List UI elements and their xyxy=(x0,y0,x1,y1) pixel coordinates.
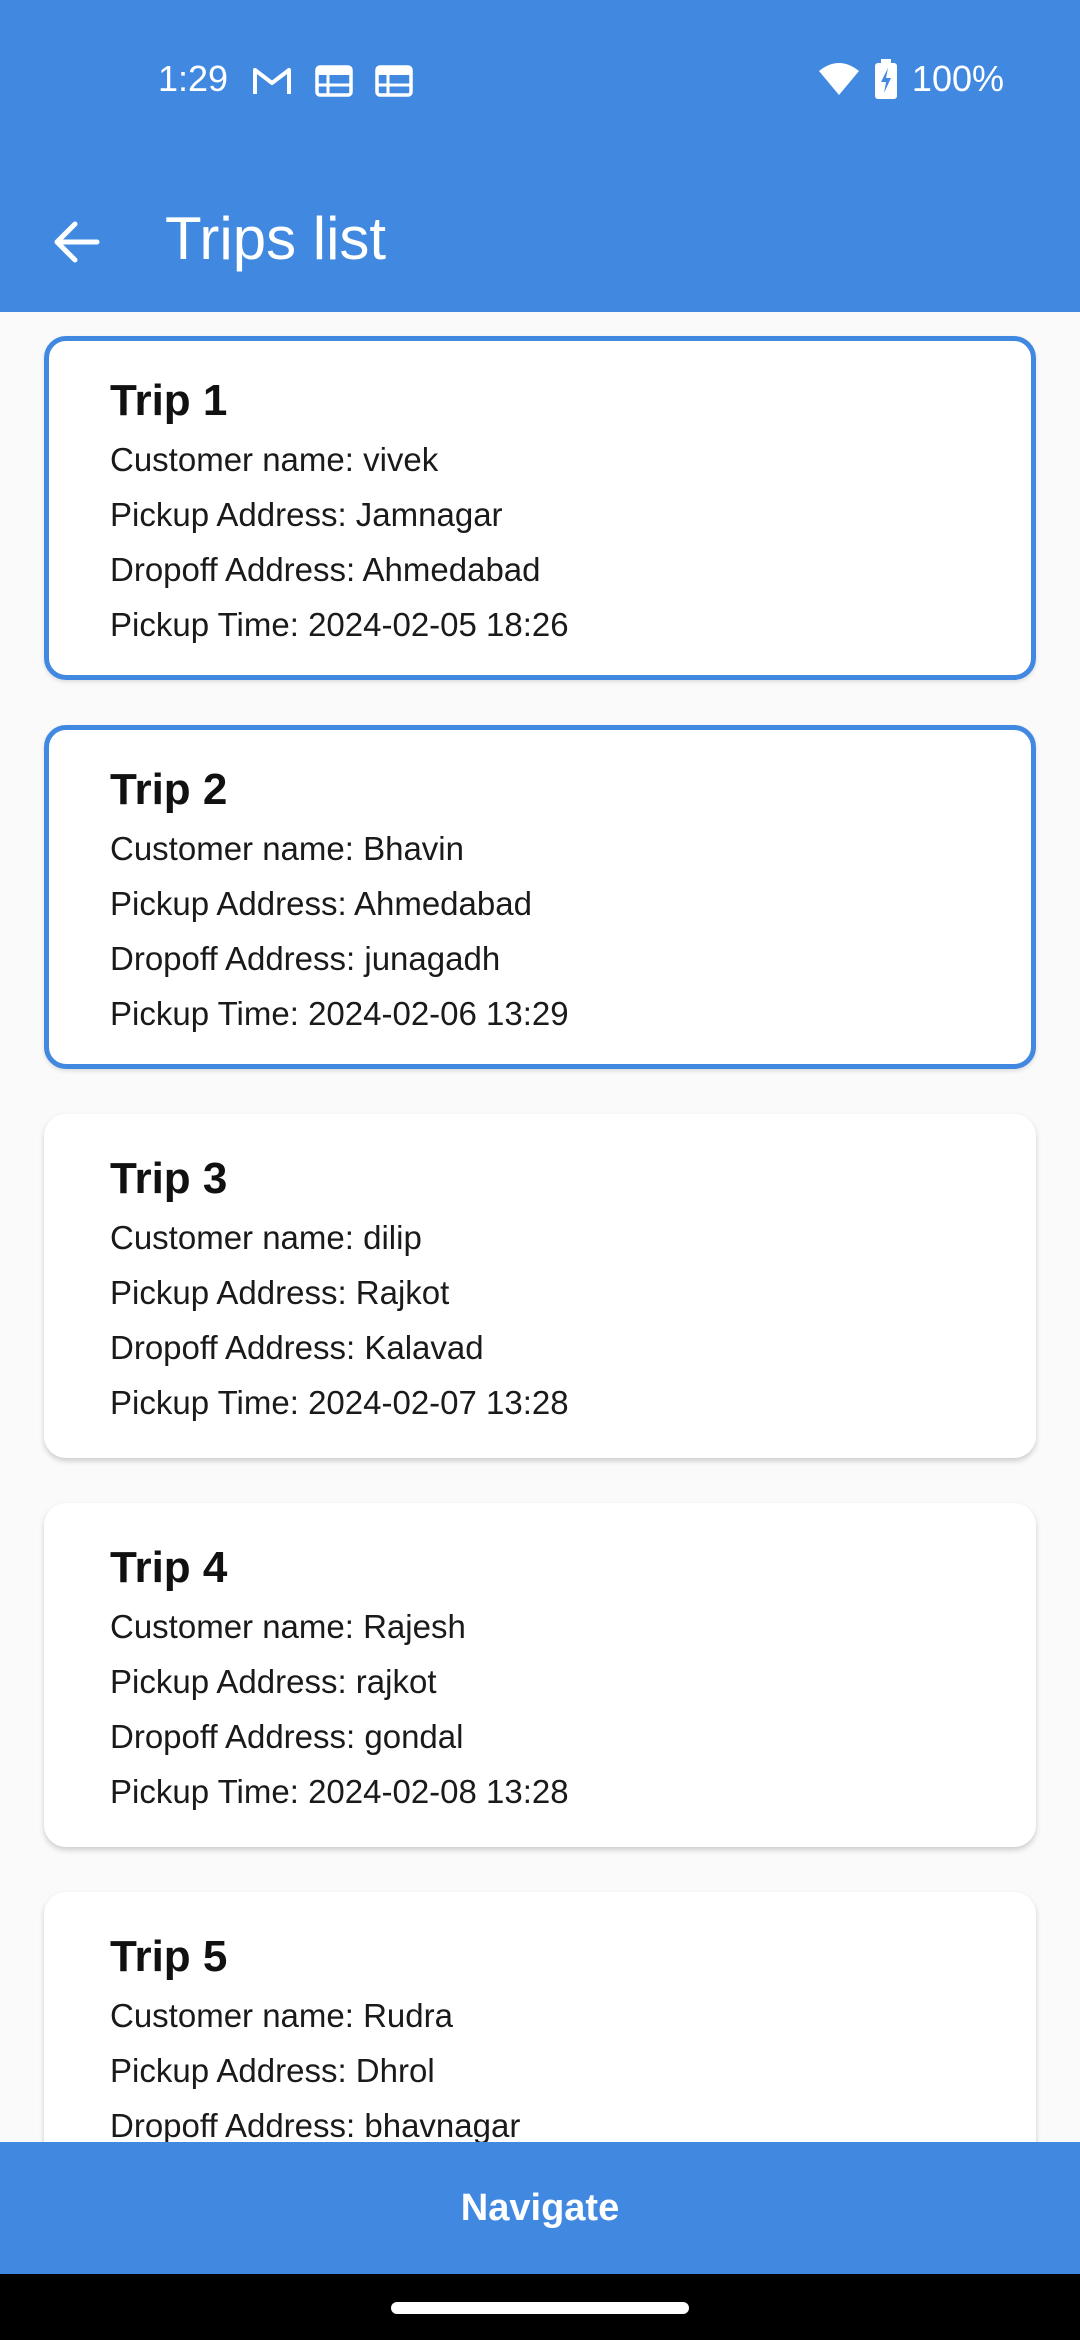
trip-title: Trip 4 xyxy=(110,1543,228,1592)
calendar-icon xyxy=(315,65,353,97)
status-bar: 1:29 100% xyxy=(0,0,1080,166)
pickup-time: Pickup Time: 2024-02-05 18:26 xyxy=(110,606,569,643)
app-bar: Trips list xyxy=(0,166,1080,312)
arrow-left-icon xyxy=(54,221,100,263)
page-title: Trips list xyxy=(165,205,387,272)
back-button[interactable] xyxy=(36,202,116,282)
dropoff-address: Dropoff Address: Ahmedabad xyxy=(110,551,541,588)
screen: 1:29 100% Trips list Trip 1 Customer nam… xyxy=(0,0,1080,2340)
home-indicator[interactable] xyxy=(391,2302,689,2314)
customer-name: Customer name: Rudra xyxy=(110,1997,453,2034)
pickup-address: Pickup Address: Jamnagar xyxy=(110,496,503,533)
battery-percent: 100% xyxy=(911,58,1004,99)
pickup-time: Pickup Time: 2024-02-06 13:29 xyxy=(110,995,569,1032)
pickup-time: Pickup Time: 2024-02-07 13:28 xyxy=(110,1384,569,1421)
trip-title: Trip 5 xyxy=(110,1932,228,1981)
dropoff-address: Dropoff Address: bhavnagar xyxy=(110,2107,521,2142)
trip-card[interactable]: Trip 2 Customer name: Bhavin Pickup Addr… xyxy=(44,725,1036,1069)
customer-name: Customer name: Rajesh xyxy=(110,1608,466,1645)
pickup-address: Pickup Address: Dhrol xyxy=(110,2052,435,2089)
dropoff-address: Dropoff Address: junagadh xyxy=(110,940,501,977)
customer-name: Customer name: Bhavin xyxy=(110,830,464,867)
customer-name: Customer name: dilip xyxy=(110,1219,422,1256)
calendar-icon xyxy=(375,65,413,97)
customer-name: Customer name: vivek xyxy=(110,441,439,478)
trip-card[interactable]: Trip 4 Customer name: Rajesh Pickup Addr… xyxy=(44,1503,1036,1847)
trip-card[interactable]: Trip 3 Customer name: dilip Pickup Addre… xyxy=(44,1114,1036,1458)
status-right: 100% xyxy=(818,58,1004,100)
trip-title: Trip 1 xyxy=(110,376,228,425)
system-nav-bar xyxy=(0,2274,1080,2340)
dropoff-address: Dropoff Address: Kalavad xyxy=(110,1329,484,1366)
trip-title: Trip 3 xyxy=(110,1154,228,1203)
gmail-icon xyxy=(253,68,291,94)
pickup-address: Pickup Address: Ahmedabad xyxy=(110,885,532,922)
wifi-icon xyxy=(818,63,859,95)
dropoff-address: Dropoff Address: gondal xyxy=(110,1718,464,1755)
status-time: 1:29 xyxy=(158,58,229,99)
pickup-time: Pickup Time: 2024-02-08 13:28 xyxy=(110,1773,569,1810)
trip-card[interactable]: Trip 1 Customer name: vivek Pickup Addre… xyxy=(44,336,1036,680)
pickup-address: Pickup Address: Rajkot xyxy=(110,1274,450,1311)
pickup-address: Pickup Address: rajkot xyxy=(110,1663,437,1700)
navigate-button[interactable]: Navigate xyxy=(0,2142,1080,2274)
trips-list[interactable]: Trip 1 Customer name: vivek Pickup Addre… xyxy=(0,312,1080,2142)
trip-card[interactable]: Trip 5 Customer name: Rudra Pickup Addre… xyxy=(44,1892,1036,2142)
battery-charging-icon xyxy=(874,59,897,99)
trip-title: Trip 2 xyxy=(110,765,228,814)
